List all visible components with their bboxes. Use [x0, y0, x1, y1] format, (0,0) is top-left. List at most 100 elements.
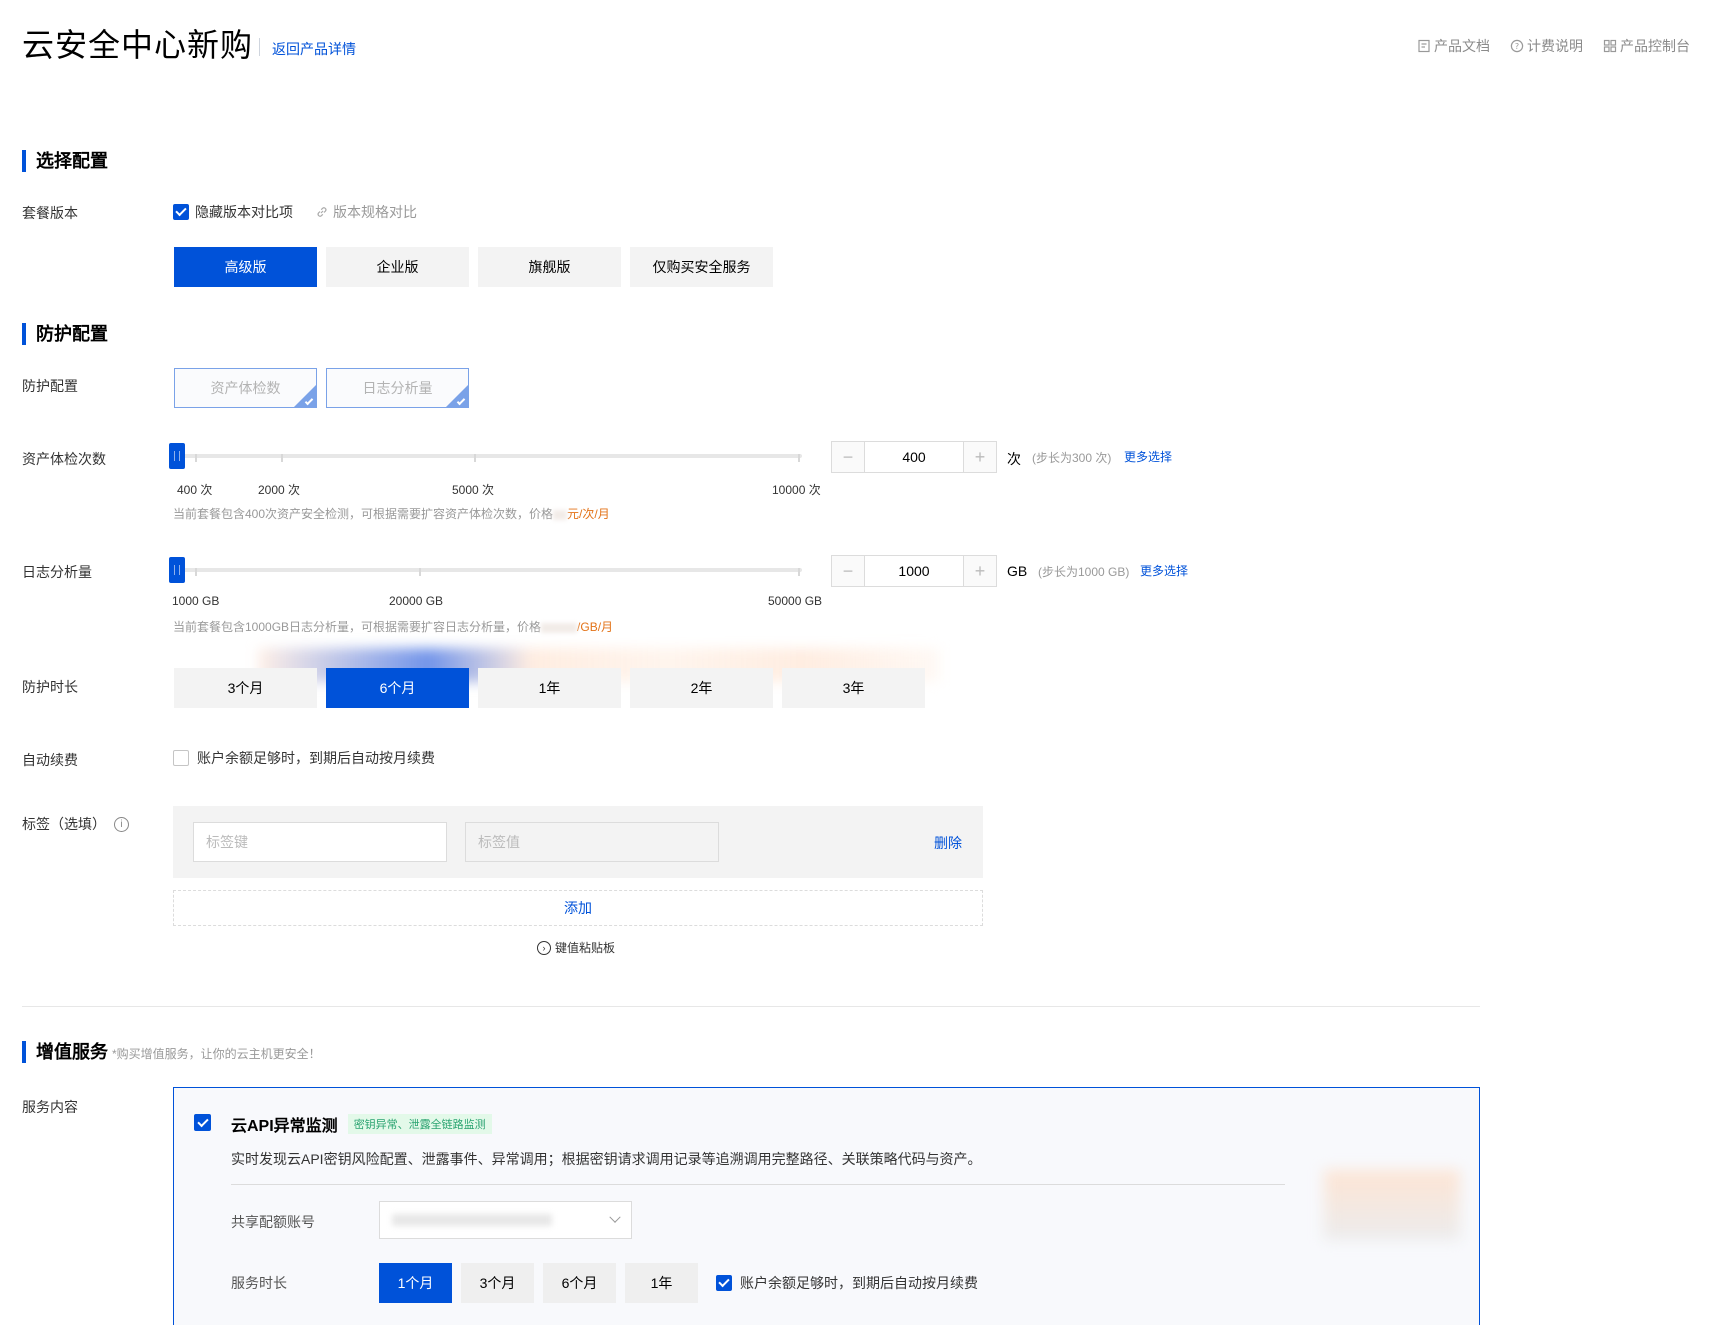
asset-scan-tick-label: 10000 次	[772, 483, 821, 497]
service-description: 实时发现云API密钥风险配置、泄露事件、异常调用；根据密钥请求调用记录等追溯调用…	[231, 1151, 982, 1167]
log-analysis-value-input[interactable]: 1000	[864, 556, 964, 586]
asset-scan-hint: 当前套餐包含400次资产安全检测，可根据需要扩容资产体检次数，价格 元/次/月	[173, 505, 610, 522]
asset-scan-tick-label: 2000 次	[258, 483, 301, 497]
edition-service-only[interactable]: 仅购买安全服务	[630, 247, 773, 287]
slider-tick	[798, 454, 800, 462]
service-duration-selector: 1个月 3个月 6个月 1年	[379, 1263, 698, 1303]
price-redacted	[1324, 1170, 1460, 1240]
feature-asset-scan-label: 资产体检数	[210, 380, 281, 396]
feature-selector: 资产体检数 日志分析量	[174, 368, 469, 408]
help-circle-icon: ?	[1510, 39, 1524, 53]
log-analysis-tick-label: 20000 GB	[389, 594, 444, 608]
section-divider	[22, 1006, 1480, 1007]
price-redaction	[541, 622, 578, 633]
asset-scan-slider-thumb[interactable]	[169, 443, 185, 469]
log-analysis-more-link[interactable]: 更多选择	[1140, 562, 1188, 579]
asset-scan-tick-label: 5000 次	[452, 483, 495, 497]
value-added-note: *购买增值服务，让你的云主机更安全！	[112, 1047, 321, 1061]
top-links: 产品文档 ? 计费说明 产品控制台	[1417, 36, 1690, 56]
log-analysis-price-unit: /GB/月	[577, 620, 614, 634]
log-analysis-slider-track[interactable]	[176, 568, 802, 572]
edition-selector: 高级版 企业版 旗舰版 仅购买安全服务	[174, 247, 773, 287]
feature-log-analysis[interactable]: 日志分析量	[326, 368, 469, 408]
service-content-label: 服务内容	[22, 1099, 78, 1115]
duration-label: 防护时长	[22, 679, 78, 695]
decrement-button[interactable]: −	[832, 442, 864, 472]
duration-selector: 3个月 6个月 1年 2年 3年	[174, 668, 925, 708]
edition-advanced[interactable]: 高级版	[174, 247, 317, 287]
asset-scan-slider-track[interactable]	[176, 454, 802, 458]
billing-info-label: 计费说明	[1527, 38, 1583, 54]
asset-scan-hint-text: 当前套餐包含400次资产安全检测，可根据需要扩容资产体检次数，价格	[173, 507, 554, 521]
tag-delete-link[interactable]: 删除	[934, 833, 962, 853]
doc-icon	[1418, 39, 1430, 53]
edition-enterprise[interactable]: 企业版	[326, 247, 469, 287]
service-badge: 密钥异常、泄露全链路监测	[347, 1114, 492, 1134]
asset-scan-stepper: − 400 +	[831, 441, 997, 473]
slider-tick	[474, 454, 476, 462]
info-icon[interactable]: i	[114, 816, 129, 832]
selected-corner-icon	[446, 385, 468, 407]
log-analysis-label: 日志分析量	[22, 564, 92, 580]
slider-tick	[798, 568, 800, 576]
log-analysis-tick-label: 50000 GB	[768, 594, 823, 608]
asset-scan-unit: 次	[1007, 451, 1021, 467]
section-select-config: 选择配置	[22, 150, 108, 172]
console-link[interactable]: 产品控制台	[1603, 36, 1690, 56]
duration-3-years[interactable]: 3年	[782, 668, 925, 708]
grid-icon	[1603, 39, 1617, 53]
hide-compare-checkbox[interactable]	[173, 204, 189, 220]
add-tag-button[interactable]: 添加	[173, 890, 983, 926]
service-duration-3-months[interactable]: 3个月	[461, 1263, 534, 1303]
shared-account-select[interactable]	[379, 1201, 632, 1239]
log-analysis-stepper: − 1000 +	[831, 555, 997, 587]
service-title: 云API异常监测	[231, 1118, 338, 1135]
service-checkbox[interactable]	[194, 1114, 211, 1131]
increment-button[interactable]: +	[964, 556, 996, 586]
hide-compare-toggle[interactable]: 隐藏版本对比项	[173, 202, 293, 222]
chevron-right-circle-icon: ›	[537, 940, 551, 955]
feature-asset-scan[interactable]: 资产体检数	[174, 368, 317, 408]
back-to-product-link[interactable]: 返回产品详情	[272, 39, 356, 59]
product-docs-link[interactable]: 产品文档	[1417, 36, 1490, 56]
feature-log-analysis-label: 日志分析量	[362, 380, 433, 396]
asset-scan-more-link[interactable]: 更多选择	[1124, 448, 1172, 465]
tag-value-input[interactable]: 标签值	[465, 822, 719, 862]
increment-button[interactable]: +	[964, 442, 996, 472]
duration-2-years[interactable]: 2年	[630, 668, 773, 708]
service-auto-renew-checkbox[interactable]	[716, 1275, 732, 1291]
value-added-heading: 增值服务	[36, 1042, 108, 1062]
service-auto-renew-toggle[interactable]: 账户余额足够时，到期后自动按月续费	[716, 1273, 978, 1293]
auto-renew-checkbox[interactable]	[173, 750, 189, 766]
duration-6-months[interactable]: 6个月	[326, 668, 469, 708]
section-protect-config: 防护配置	[22, 323, 108, 345]
service-duration-1-year[interactable]: 1年	[625, 1263, 698, 1303]
decrement-button[interactable]: −	[832, 556, 864, 586]
shared-account-label: 共享配额账号	[231, 1214, 315, 1230]
service-duration-1-month[interactable]: 1个月	[379, 1263, 452, 1303]
edition-flagship[interactable]: 旗舰版	[478, 247, 621, 287]
log-analysis-hint: 当前套餐包含1000GB日志分析量，可根据需要扩容日志分析量，价格/GB/月	[173, 618, 613, 635]
price-redaction	[553, 509, 568, 520]
billing-info-link[interactable]: ? 计费说明	[1510, 36, 1583, 56]
page-title: 云安全中心新购	[22, 27, 254, 63]
duration-3-months[interactable]: 3个月	[174, 668, 317, 708]
spec-compare-link[interactable]: 版本规格对比	[315, 202, 417, 222]
service-duration-6-months[interactable]: 6个月	[543, 1263, 616, 1303]
features-label: 防护配置	[22, 378, 78, 394]
auto-renew-label: 自动续费	[22, 752, 78, 768]
clipboard-toggle[interactable]: › 键值粘贴板	[537, 939, 615, 956]
account-redacted	[392, 1214, 552, 1226]
clipboard-label: 键值粘贴板	[555, 941, 616, 955]
log-analysis-slider-thumb[interactable]	[169, 557, 185, 583]
service-title-row: 云API异常监测 密钥异常、泄露全链路监测	[231, 1112, 492, 1136]
duration-1-year[interactable]: 1年	[478, 668, 621, 708]
log-analysis-step-note: (步长为1000 GB)	[1038, 565, 1130, 579]
hide-compare-label: 隐藏版本对比项	[195, 204, 293, 220]
slider-tick	[419, 568, 421, 576]
auto-renew-toggle[interactable]: 账户余额足够时，到期后自动按月续费	[173, 748, 435, 768]
slider-tick	[281, 454, 283, 462]
asset-scan-value-input[interactable]: 400	[864, 442, 964, 472]
service-divider	[231, 1184, 1285, 1185]
tag-key-input[interactable]: 标签键	[193, 822, 447, 862]
